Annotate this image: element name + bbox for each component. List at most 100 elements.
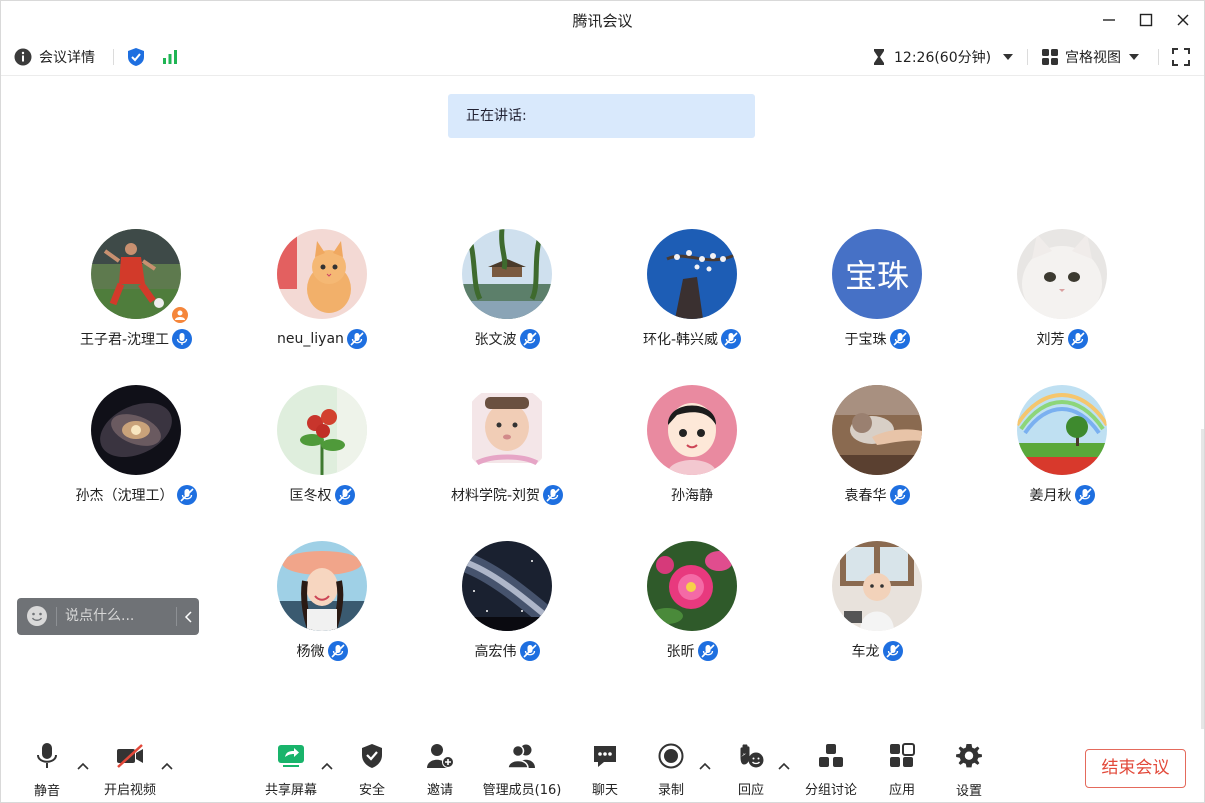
reaction-options-caret-icon[interactable] [777, 760, 791, 772]
participant-name-row: 材料学院-刘贺 [422, 484, 592, 506]
participant-name: 孙杰（沈理工） [75, 488, 174, 504]
divider [56, 607, 57, 626]
participant-tile[interactable]: 匡冬权 [237, 385, 407, 515]
participant-avatar [277, 541, 367, 631]
participant-name: 张昕 [666, 644, 695, 660]
participant-tile[interactable]: 材料学院-刘贺 [422, 385, 592, 515]
microphone-muted-icon[interactable] [327, 641, 348, 661]
participant-tile[interactable]: 孙海静 [607, 385, 777, 515]
reaction-hand-smile-icon [740, 743, 764, 767]
microphone-muted-icon[interactable] [882, 641, 903, 661]
microphone-muted-icon[interactable] [1067, 329, 1088, 349]
shield-check-icon [128, 48, 144, 66]
microphone-muted-icon[interactable] [519, 641, 540, 661]
participant-name: 于宝珠 [844, 332, 887, 348]
participant-avatar: 宝珠 [832, 229, 922, 319]
participant-tile[interactable]: 高宏伟 [422, 541, 592, 671]
record-options-caret-icon[interactable] [698, 760, 712, 772]
participant-name-row: 王子君-沈理工 [51, 328, 221, 350]
share-screen-button[interactable]: 共享屏幕 [261, 742, 321, 798]
gear-icon [956, 744, 982, 768]
participant-name: 高宏伟 [474, 644, 517, 660]
host-badge [170, 305, 190, 325]
participant-tile[interactable]: 张昕 [607, 541, 777, 671]
participant-tile[interactable]: 姜月秋 [977, 385, 1147, 515]
participant-tile[interactable]: 环化-韩兴威 [607, 229, 777, 359]
speaking-label: 正在讲话: [466, 108, 527, 124]
meeting-info-button[interactable]: 会议详情 [14, 39, 95, 75]
avatar-initials: 宝珠 [844, 257, 909, 295]
start-video-button[interactable]: 开启视频 [101, 742, 159, 798]
microphone-icon[interactable] [172, 329, 193, 349]
collapse-chevron-icon[interactable] [183, 610, 195, 624]
grid-view-icon [1042, 49, 1058, 65]
close-button[interactable] [1170, 7, 1196, 33]
mute-button[interactable]: 静音 [30, 742, 64, 799]
invite-user-icon [427, 743, 454, 768]
members-icon [507, 744, 535, 769]
meeting-window: 腾讯会议 会议详情 12:26(60分钟) 宫格视图 正在讲话: 王子君-沈理工… [0, 0, 1205, 803]
participant-tile[interactable]: 宝珠 于宝珠 [792, 229, 962, 359]
emoji-icon[interactable] [26, 605, 48, 627]
manage-members-button[interactable]: 管理成员(16) [479, 742, 565, 798]
chat-placeholder: 说点什么... [65, 608, 135, 624]
divider [1027, 49, 1028, 65]
reaction-button[interactable]: 回应 [735, 742, 767, 798]
breakout-rooms-button[interactable]: 分组讨论 [802, 742, 860, 798]
record-button[interactable]: 录制 [655, 742, 687, 798]
microphone-muted-icon[interactable] [346, 329, 367, 349]
microphone-muted-icon[interactable] [889, 329, 910, 349]
participant-name-row: 高宏伟 [422, 640, 592, 662]
participant-name: 匡冬权 [289, 488, 332, 504]
participant-name: 材料学院-刘贺 [450, 488, 541, 504]
participant-tile[interactable]: neu_liyan [237, 229, 407, 359]
microphone-muted-icon[interactable] [1074, 485, 1095, 505]
microphone-muted-icon[interactable] [543, 485, 564, 505]
participant-tile[interactable]: 杨微 [237, 541, 407, 671]
participant-tile[interactable]: 张文波 [422, 229, 592, 359]
view-mode-label: 宫格视图 [1065, 50, 1121, 66]
chat-quick-input[interactable]: 说点什么... [17, 598, 199, 635]
participant-tile[interactable]: 王子君-沈理工 [51, 229, 221, 359]
participant-tile[interactable]: 刘芳 [977, 229, 1147, 359]
invite-label: 邀请 [426, 783, 453, 798]
control-bar: 静音 开启视频 共享屏幕 安全 邀请 管理成员(16) 聊天 录制 回应 分组讨… [1, 736, 1204, 802]
divider [113, 49, 114, 65]
microphone-muted-icon[interactable] [334, 485, 355, 505]
participant-avatar [277, 385, 367, 475]
microphone-muted-icon[interactable] [721, 329, 742, 349]
chat-button[interactable]: 聊天 [589, 742, 621, 798]
participant-avatar [462, 229, 552, 319]
participant-avatar [647, 541, 737, 631]
maximize-button[interactable] [1133, 7, 1159, 33]
caret-down-icon [1003, 54, 1014, 60]
share-options-caret-icon[interactable] [320, 760, 334, 772]
apps-button[interactable]: 应用 [886, 742, 918, 798]
participant-avatar [91, 385, 181, 475]
microphone-muted-icon[interactable] [176, 485, 197, 505]
invite-button[interactable]: 邀请 [424, 742, 456, 798]
video-options-caret-icon[interactable] [160, 760, 174, 772]
window-title: 腾讯会议 [572, 12, 633, 30]
settings-button[interactable]: 设置 [953, 742, 985, 799]
security-shield-button[interactable] [126, 39, 146, 75]
fullscreen-button[interactable] [1171, 39, 1191, 75]
participant-tile[interactable]: 袁春华 [792, 385, 962, 515]
participant-name: 孙海静 [671, 488, 713, 504]
meeting-timer[interactable]: 12:26(60分钟) [871, 39, 1015, 75]
microphone-muted-icon[interactable] [697, 641, 718, 661]
scroll-edge [1201, 429, 1204, 729]
participant-avatar [832, 541, 922, 631]
microphone-muted-icon[interactable] [519, 329, 540, 349]
security-button[interactable]: 安全 [356, 742, 388, 798]
caret-down-icon [1129, 54, 1139, 60]
participant-tile[interactable]: 孙杰（沈理工） [51, 385, 221, 515]
view-mode-dropdown[interactable]: 宫格视图 [1041, 39, 1141, 75]
network-signal-indicator[interactable] [160, 39, 180, 75]
participant-name-row: neu_liyan [237, 328, 407, 350]
end-meeting-button[interactable]: 结束会议 [1085, 749, 1186, 788]
microphone-muted-icon[interactable] [889, 485, 910, 505]
minimize-button[interactable] [1096, 7, 1122, 33]
participant-tile[interactable]: 车龙 [792, 541, 962, 671]
mute-options-caret-icon[interactable] [76, 760, 90, 772]
